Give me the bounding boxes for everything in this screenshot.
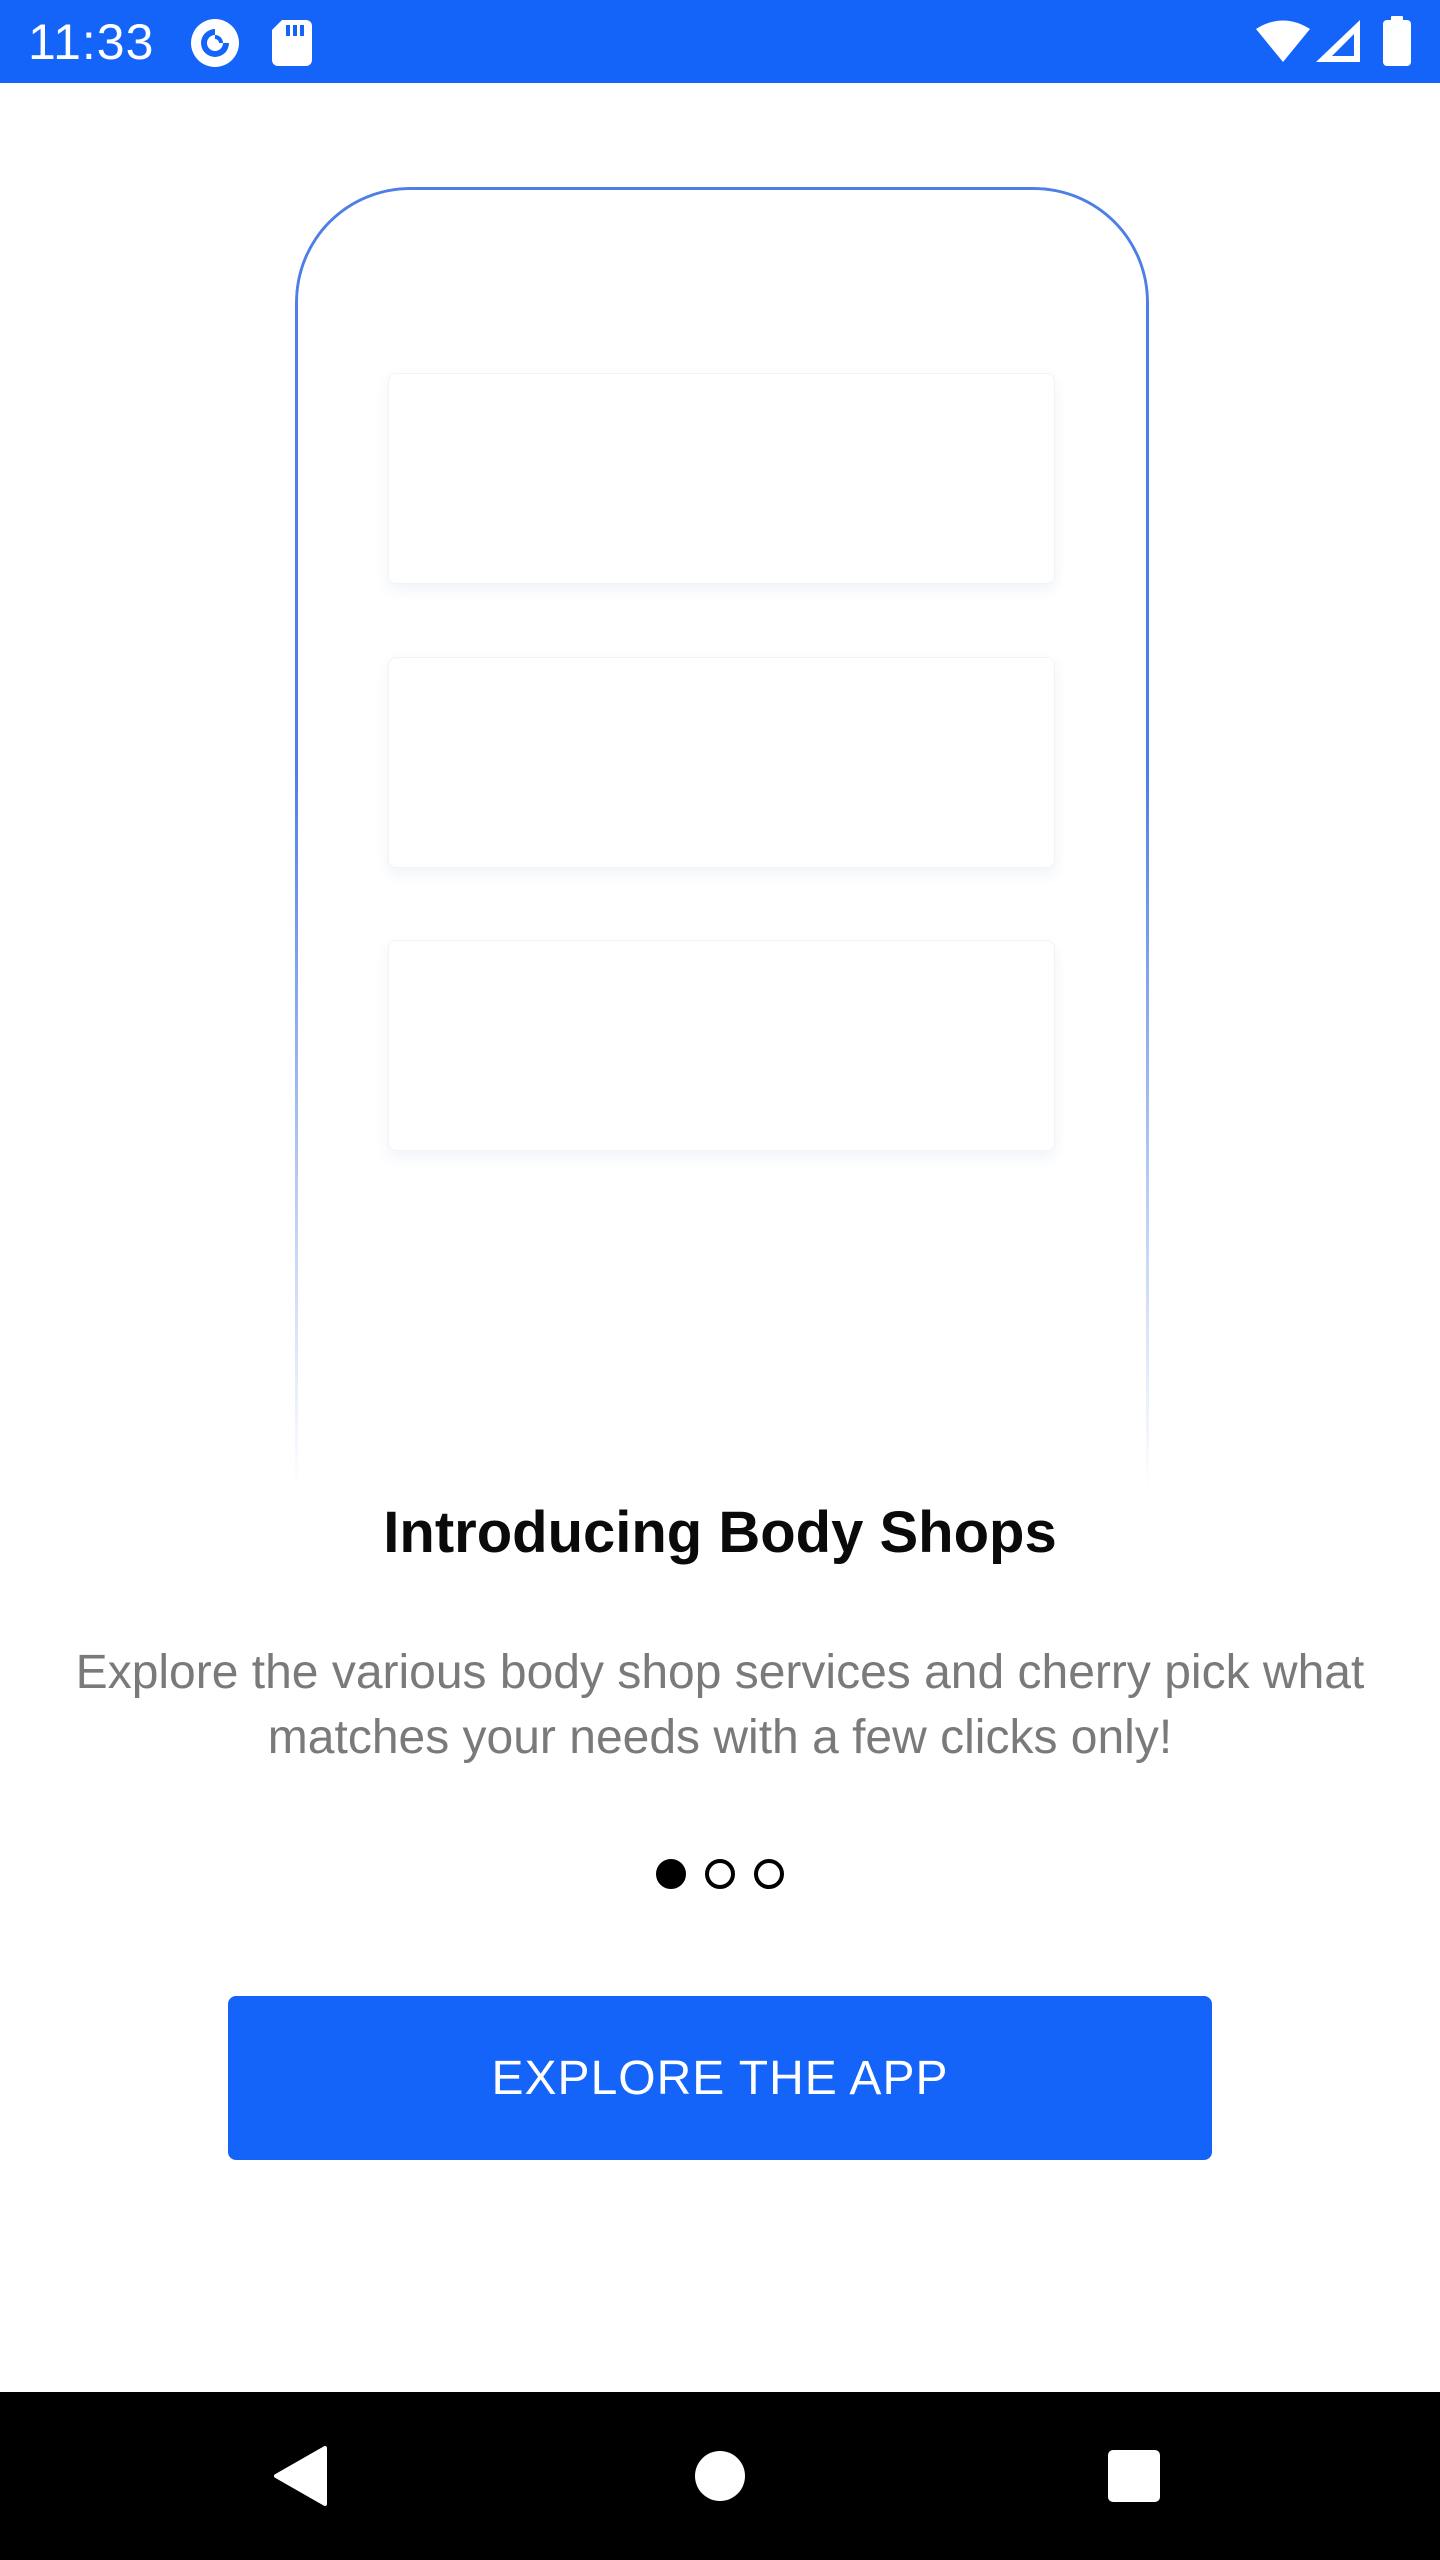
wifi-icon (1256, 20, 1310, 62)
pocket-casts-icon (190, 18, 240, 68)
placeholder-card (388, 373, 1055, 584)
sd-card-icon (272, 20, 312, 66)
cell-signal-icon (1316, 20, 1360, 62)
battery-icon (1383, 16, 1411, 66)
recents-icon[interactable] (1034, 2392, 1234, 2560)
page-indicator (0, 1859, 1440, 1889)
page-dot-active[interactable] (656, 1859, 686, 1889)
back-icon[interactable] (200, 2392, 400, 2560)
status-time: 11:33 (28, 14, 155, 70)
onboarding-screen: 11:33 Introducing Body Shops Explore the… (0, 0, 1440, 2560)
onboarding-description: Explore the various body shop services a… (75, 1646, 1365, 1764)
onboarding-title: Introducing Body Shops (383, 1500, 1057, 1565)
home-icon[interactable] (620, 2392, 820, 2560)
page-dot[interactable] (754, 1859, 784, 1889)
placeholder-card (388, 940, 1055, 1151)
explore-app-button[interactable]: EXPLORE THE APP (228, 1996, 1212, 2160)
placeholder-card (388, 657, 1055, 868)
page-dot[interactable] (705, 1859, 735, 1889)
navigation-bar (0, 2392, 1440, 2560)
status-bar: 11:33 (0, 0, 1440, 83)
